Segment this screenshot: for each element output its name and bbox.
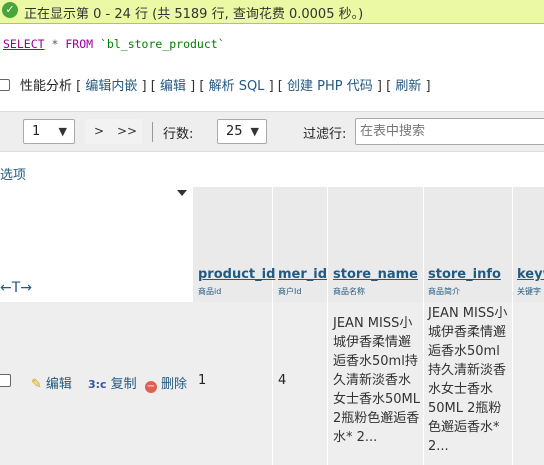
- column-comment: 商品简介: [428, 287, 460, 296]
- column-header-store-name[interactable]: store_name: [333, 267, 418, 282]
- column-divider: [512, 302, 513, 465]
- filter-label: 过滤行:: [303, 127, 347, 142]
- edit-inline-link[interactable]: 编辑内嵌: [85, 79, 137, 94]
- row-copy-button[interactable]: 3:c 复制: [88, 373, 137, 392]
- cell-line: 女士香水50ML: [333, 392, 421, 407]
- last-page-button[interactable]: >>: [112, 119, 142, 144]
- column-comment: 商户Id: [278, 287, 302, 296]
- cell-line: JEAN MISS小: [333, 316, 413, 331]
- cell-line: JEAN MISS小: [428, 306, 508, 321]
- sql-table-name: `bl_store_product`: [100, 37, 225, 51]
- row-delete-button[interactable]: − 删除: [145, 373, 187, 393]
- profiling-checkbox[interactable]: [0, 79, 10, 91]
- sql-select-keyword[interactable]: SELECT: [3, 37, 45, 51]
- explain-sql-link[interactable]: 解析 SQL: [209, 79, 265, 94]
- profiling-label: 性能分析: [20, 79, 73, 94]
- column-header-keyword[interactable]: keyw: [517, 267, 544, 282]
- rows-label: 行数:: [163, 127, 194, 142]
- column-divider: [423, 302, 424, 465]
- chevron-down-icon: ▼: [250, 125, 259, 138]
- cell-line: 2瓶粉色邂逅香: [333, 411, 420, 426]
- copy-icon: 3:c: [88, 378, 107, 391]
- chevron-down-icon: ▼: [58, 125, 67, 138]
- column-resize-icon[interactable]: ←T→: [0, 280, 32, 296]
- bracket: ]: [141, 79, 147, 94]
- query-toolbar: 性能分析 [ 编辑内嵌 ] [ 编辑 ] [ 解析 SQL ] [ 创建 PHP…: [0, 75, 431, 94]
- cell-store-name[interactable]: JEAN MISS小 城伊香柔情邂 逅香水50ml持 久清新淡香水 女士香水50…: [333, 314, 421, 447]
- cell-line: 逅香水50ml: [428, 344, 500, 359]
- column-header-mer-id[interactable]: mer_id: [278, 267, 327, 282]
- cell-line: 水女士香水: [428, 382, 494, 397]
- sql-star: *: [51, 37, 59, 51]
- bracket: [: [76, 79, 82, 94]
- cell-line: 久清新淡香水: [333, 373, 412, 388]
- rows-select[interactable]: 25 ▼: [217, 119, 267, 144]
- bracket: [: [277, 79, 283, 94]
- column-comment: 商品id: [198, 287, 222, 296]
- navigation-bar: 1 ▼ > >> 行数: 25 ▼ 过滤行: 在表中搜索: [0, 111, 544, 152]
- cell-store-info[interactable]: JEAN MISS小 城伊香柔情邂 逅香水50ml 持久清新淡香 水女士香水 5…: [428, 304, 512, 456]
- page-select-value: 1: [32, 124, 41, 139]
- column-comment: 关键字: [517, 287, 541, 296]
- column-divider: [272, 302, 273, 465]
- delete-label: 删除: [161, 377, 188, 392]
- cell-mer-id[interactable]: 4: [278, 373, 286, 388]
- edit-label: 编辑: [45, 377, 72, 392]
- refresh-link[interactable]: 刷新: [395, 79, 421, 94]
- cell-line: 50ML 2瓶粉: [428, 401, 502, 416]
- sql-query: SELECT * FROM `bl_store_product`: [3, 37, 225, 51]
- cell-line: 2...: [428, 439, 449, 454]
- success-message: 正在显示第 0 - 24 行 (共 5189 行, 查询花费 0.0005 秒。…: [24, 7, 364, 22]
- bracket: ]: [425, 79, 431, 94]
- cell-line: 色邂逅香水*: [428, 420, 500, 435]
- create-php-code-link[interactable]: 创建 PHP 代码: [287, 79, 373, 94]
- bracket: [: [150, 79, 156, 94]
- header-background: [193, 187, 544, 302]
- cell-line: 城伊香柔情邂: [333, 335, 412, 350]
- rows-select-value: 25: [226, 124, 243, 139]
- check-circle-icon: ✓: [2, 2, 18, 18]
- column-header-product-id[interactable]: product_id: [198, 267, 275, 282]
- bracket: [: [386, 79, 392, 94]
- column-divider: [327, 302, 328, 465]
- bracket: ]: [268, 79, 274, 94]
- cell-line: 持久清新淡香: [428, 363, 507, 378]
- cell-line: 水* 2...: [333, 430, 378, 445]
- cell-product-id[interactable]: 1: [198, 373, 206, 388]
- sql-from-keyword: FROM: [65, 37, 94, 51]
- bracket: ]: [376, 79, 382, 94]
- page-select[interactable]: 1 ▼: [23, 119, 75, 144]
- sort-dropdown-icon[interactable]: [177, 190, 187, 196]
- column-header-store-info[interactable]: store_info: [428, 267, 501, 282]
- column-comment: 商品名称: [333, 287, 365, 296]
- bracket: ]: [190, 79, 196, 94]
- cell-line: 逅香水50ml持: [333, 354, 418, 369]
- row-checkbox[interactable]: [0, 374, 11, 387]
- copy-label: 复制: [110, 377, 137, 392]
- nav-divider: [152, 122, 153, 142]
- cell-line: 城伊香柔情邂: [428, 325, 507, 340]
- delete-icon: −: [145, 381, 157, 393]
- filter-rows-input[interactable]: 在表中搜索: [355, 118, 544, 145]
- bracket: [: [199, 79, 205, 94]
- edit-link[interactable]: 编辑: [160, 79, 186, 94]
- options-link[interactable]: 选项: [0, 164, 26, 183]
- row-edit-button[interactable]: ✎ 编辑: [31, 373, 72, 392]
- next-page-button[interactable]: >: [85, 119, 113, 144]
- pencil-icon: ✎: [31, 377, 42, 392]
